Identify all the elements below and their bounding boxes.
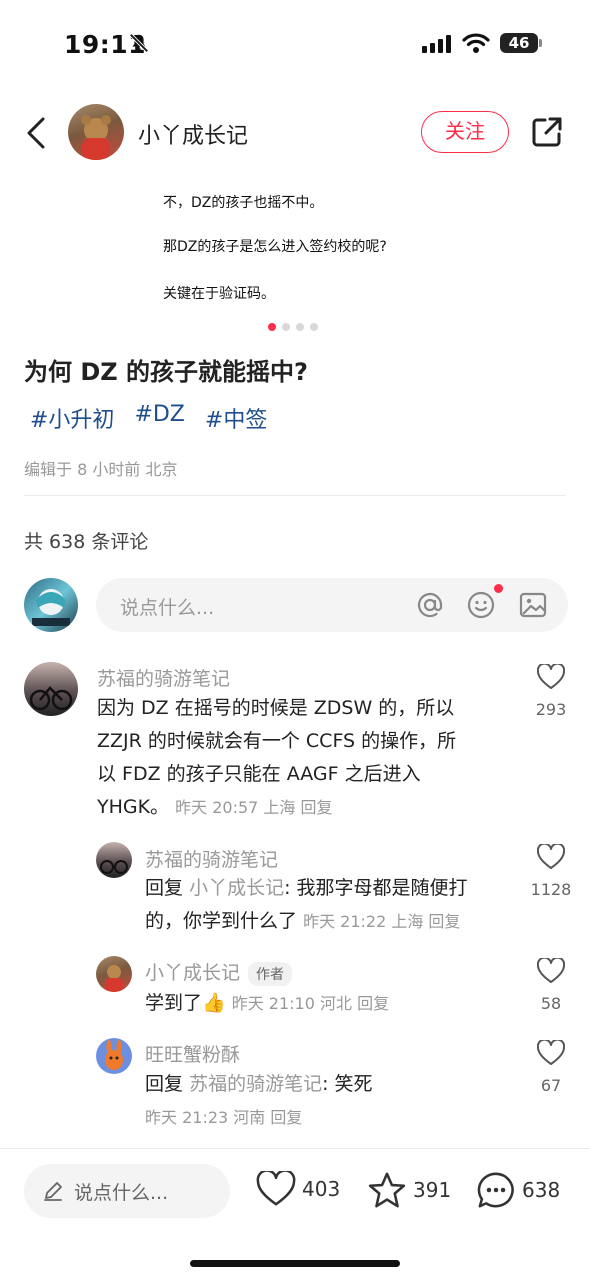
comment-action[interactable]: 638: [476, 1171, 560, 1209]
comment-text[interactable]: 学到了👍 昨天 21:10 河北 回复: [145, 987, 515, 1020]
commenter-avatar[interactable]: [96, 842, 132, 878]
favorite-action[interactable]: 391: [367, 1171, 451, 1209]
at-mention-icon[interactable]: [416, 591, 444, 619]
heart-icon[interactable]: [536, 956, 566, 984]
notification-dot: [494, 584, 503, 593]
comment-text-line: 以 FDZ 的孩子只能在 AAGF 之后进入: [97, 763, 421, 785]
comment-meta[interactable]: 昨天 21:23 河南 回复: [145, 1101, 515, 1134]
divider: [24, 495, 566, 496]
signal-icon: [422, 35, 451, 53]
commenter-avatar[interactable]: [96, 1038, 132, 1074]
commenter-avatar[interactable]: [96, 956, 132, 992]
reply-prefix: 回复: [145, 1073, 184, 1095]
comment-like[interactable]: 1128: [521, 842, 581, 899]
heart-icon[interactable]: [536, 1038, 566, 1066]
comment-text[interactable]: 因为 DZ 在摇号的时候是 ZDSW 的，所以 ZZJR 的时候就会有一个 CC…: [97, 692, 517, 824]
star-icon[interactable]: [367, 1171, 407, 1209]
comment-like[interactable]: 67: [521, 1038, 581, 1095]
comment-text-line: 的，你学到什么了: [145, 910, 298, 932]
carousel-dot-active: [268, 323, 276, 331]
comment-input-placeholder: 说点什么...: [120, 597, 215, 619]
comment-count-bottom: 638: [522, 1178, 561, 1202]
commenter-avatar[interactable]: [24, 662, 78, 716]
comment-text-line: : 我那字母都是随便打: [284, 877, 468, 899]
edit-info: 编辑于 8 小时前 北京: [24, 460, 178, 479]
author-badge: 作者: [248, 961, 293, 986]
like-action[interactable]: 403: [256, 1171, 340, 1207]
like-count: 67: [540, 1076, 562, 1095]
post-title: 为何 DZ 的孩子就能摇中?: [24, 358, 308, 386]
follow-button[interactable]: 关注: [421, 111, 509, 153]
commenter-name[interactable]: 旺旺蟹粉酥: [145, 1040, 240, 1067]
bottom-comment-input[interactable]: 说点什么...: [24, 1164, 230, 1218]
battery-tip: [539, 39, 542, 47]
like-count: 293: [535, 700, 567, 719]
comment-text-line: 因为 DZ 在摇号的时候是 ZDSW 的，所以: [97, 697, 455, 719]
heart-icon[interactable]: [256, 1171, 296, 1207]
comment-input[interactable]: 说点什么...: [96, 578, 568, 632]
image-text-line: 那DZ的孩子是怎么进入签约校的呢?: [163, 239, 387, 255]
commenter-name-row: 小丫成长记 作者: [145, 958, 293, 986]
author-avatar[interactable]: [68, 104, 124, 160]
home-indicator[interactable]: [190, 1260, 400, 1267]
share-icon[interactable]: [530, 115, 564, 149]
comment-meta[interactable]: 昨天 21:22 上海 回复: [303, 912, 460, 931]
comment-count: 共 638 条评论: [24, 531, 149, 553]
emoji-icon[interactable]: [467, 591, 495, 619]
status-bar: 19:11 46: [0, 0, 590, 90]
post-header: 小丫成长记 关注: [0, 100, 590, 164]
comment-text-line: YHGK。: [97, 796, 170, 818]
hashtag-link[interactable]: #小升初: [30, 402, 114, 434]
battery-indicator: 46: [500, 33, 538, 53]
comment-text[interactable]: 回复 苏福的骑游笔记: 笑死 昨天 21:23 河南 回复: [145, 1068, 515, 1134]
comment-like[interactable]: 58: [521, 956, 581, 1013]
image-picker-icon[interactable]: [519, 591, 547, 619]
carousel-dot: [282, 323, 290, 331]
carousel-dot: [310, 323, 318, 331]
reply-prefix: 回复: [145, 877, 184, 899]
comment-meta[interactable]: 昨天 20:57 上海 回复: [175, 798, 332, 817]
comment-text-line: 学到了👍: [145, 992, 226, 1014]
comment-bubble-icon[interactable]: [476, 1171, 516, 1209]
heart-icon[interactable]: [536, 842, 566, 870]
like-count: 403: [302, 1177, 341, 1201]
comment-text[interactable]: 回复 小丫成长记: 我那字母都是随便打 的，你学到什么了 昨天 21:22 上海…: [145, 872, 515, 938]
comment-like[interactable]: 293: [521, 662, 581, 719]
tag-list: #小升初 #DZ #中签: [30, 402, 267, 434]
reply-target-name[interactable]: 苏福的骑游笔记: [189, 1073, 322, 1095]
commenter-name[interactable]: 小丫成长记: [145, 962, 240, 984]
image-text-line: 关键在于验证码。: [163, 286, 275, 302]
like-count: 58: [540, 994, 562, 1013]
favorite-count: 391: [413, 1178, 452, 1202]
comment-text-line: ZZJR 的时候就会有一个 CCFS 的操作，所: [97, 730, 457, 752]
comment-meta[interactable]: 昨天 21:10 河北 回复: [232, 994, 389, 1013]
comment-text-line: : 笑死: [322, 1073, 373, 1095]
user-avatar: [24, 578, 78, 632]
wifi-icon: [462, 33, 490, 53]
carousel-indicator: [268, 323, 318, 331]
back-arrow-icon[interactable]: [24, 116, 48, 150]
carousel-dot: [296, 323, 304, 331]
author-name[interactable]: 小丫成长记: [138, 118, 248, 150]
reply-target-name[interactable]: 小丫成长记: [189, 877, 284, 899]
bottom-input-placeholder: 说点什么...: [74, 1182, 169, 1204]
bell-slash-icon: [129, 33, 149, 53]
pencil-icon: [44, 1182, 62, 1201]
commenter-name[interactable]: 苏福的骑游笔记: [97, 664, 230, 691]
hashtag-link[interactable]: #DZ: [134, 402, 184, 434]
commenter-name[interactable]: 苏福的骑游笔记: [145, 845, 278, 872]
image-text-line: 不，DZ的孩子也摇不中。: [163, 195, 324, 211]
hashtag-link[interactable]: #中签: [205, 402, 267, 434]
like-count: 1128: [530, 880, 572, 899]
heart-icon[interactable]: [536, 662, 566, 690]
